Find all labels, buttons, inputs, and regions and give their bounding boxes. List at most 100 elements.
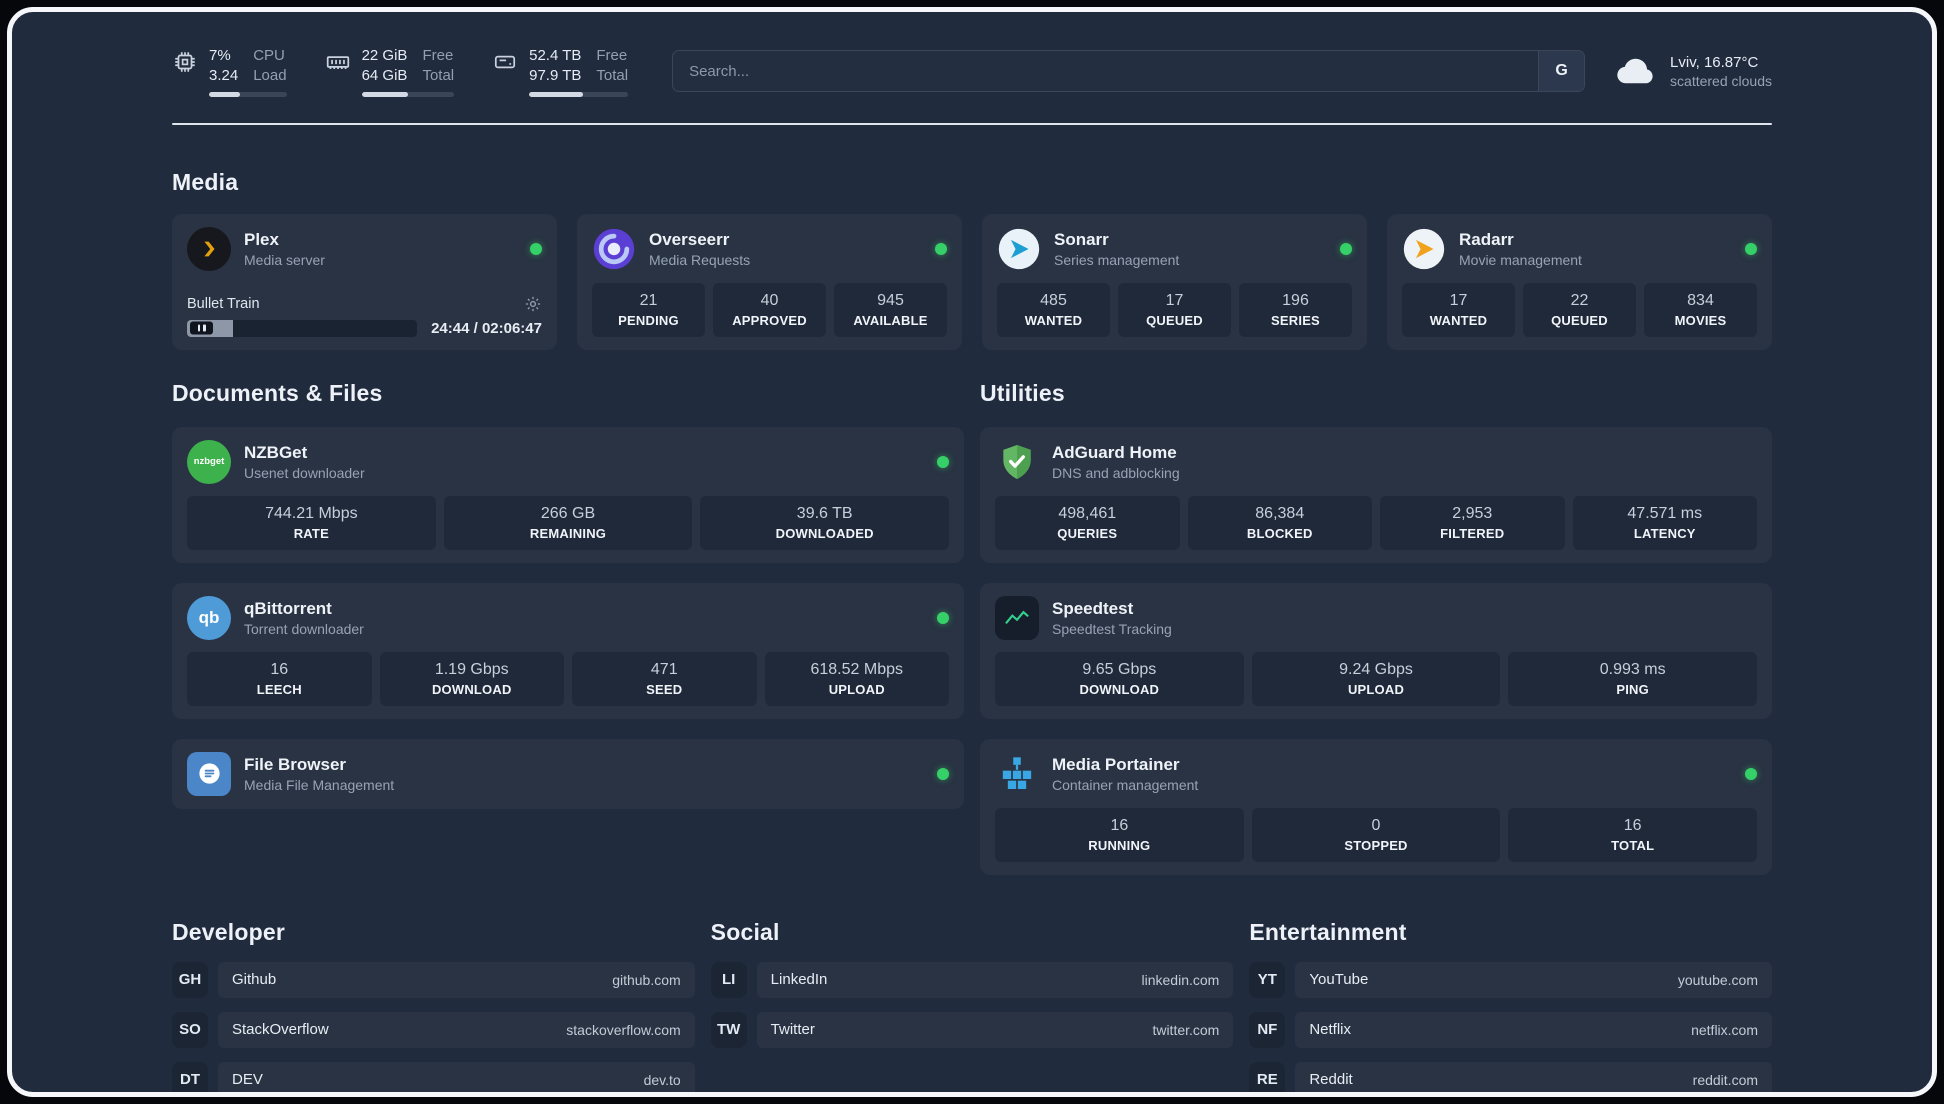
pause-button[interactable]	[190, 321, 213, 335]
stat-label: STOPPED	[1344, 837, 1408, 853]
disk-icon	[495, 55, 516, 69]
ram-free-label: Free	[422, 47, 454, 64]
status-dot	[1745, 242, 1757, 255]
app-card-radarr[interactable]: Radarr Movie management 17 WANTED 22 QUE…	[1387, 213, 1772, 350]
stat-tile: 471 SEED	[572, 651, 757, 706]
speedtest-icon	[995, 595, 1039, 640]
app-card-adguard[interactable]: AdGuard Home DNS and adblocking 498,461 …	[980, 426, 1772, 563]
stat-label: RATE	[293, 525, 329, 541]
stat-tile: 945 AVAILABLE	[834, 282, 947, 337]
stat-tile: 22 QUEUED	[1523, 282, 1636, 337]
section-title-entertainment: Entertainment	[1249, 918, 1407, 945]
bookmark-netflix[interactable]: NF Netflix netflix.com	[1249, 1011, 1773, 1048]
bookmark-stackoverflow[interactable]: SO StackOverflow stackoverflow.com	[172, 1011, 695, 1048]
stat-label: LEECH	[256, 681, 302, 697]
stat-label: LATENCY	[1633, 525, 1696, 541]
stat-label: PING	[1616, 681, 1649, 697]
stat-value: 17	[1165, 291, 1184, 309]
bookmark-github[interactable]: GH Github github.com	[172, 961, 695, 998]
app-name: Overseerr	[649, 229, 730, 249]
stat-label: QUEUED	[1146, 312, 1203, 328]
cloud-icon	[1617, 59, 1653, 84]
app-name: Sonarr	[1054, 229, 1109, 249]
stat-value: 0.993 ms	[1599, 660, 1666, 678]
disk-total-label: Total	[596, 66, 629, 84]
stat-tile: 0 STOPPED	[1251, 807, 1501, 862]
app-subtitle: Container management	[1052, 776, 1199, 793]
stat-tile: 485 WANTED	[997, 282, 1110, 337]
stat-tile: 498,461 QUERIES	[995, 495, 1180, 550]
bookmark-url: reddit.com	[1692, 1071, 1759, 1088]
cpu-usage-fill	[209, 91, 241, 97]
bookmark-youtube[interactable]: YT YouTube youtube.com	[1249, 961, 1773, 998]
ram-icon	[326, 56, 349, 70]
bookmark-url: stackoverflow.com	[566, 1021, 681, 1038]
stat-value: 16	[270, 660, 289, 678]
overseerr-icon	[592, 227, 636, 271]
stat-tile: 1.19 Gbps DOWNLOAD	[379, 651, 564, 706]
app-card-qbittorrent[interactable]: qb qBittorrent Torrent downloader 16 LEE…	[172, 582, 964, 719]
playback-progress-bar[interactable]	[187, 319, 418, 337]
youtube-icon: YT	[1249, 961, 1286, 998]
stat-tile: 0.993 ms PING	[1508, 651, 1758, 706]
stat-tile: 40 APPROVED	[713, 282, 826, 337]
app-card-nzbget[interactable]: nzbget NZBGet Usenet downloader 744.21 M…	[172, 426, 964, 563]
stat-value: 22	[1570, 291, 1589, 309]
app-card-filebrowser[interactable]: File Browser Media File Management	[172, 738, 964, 809]
app-subtitle: Media Requests	[649, 251, 751, 268]
disk-usage-bar	[529, 91, 629, 97]
ram-usage-bar	[361, 91, 455, 97]
stat-label: WANTED	[1429, 312, 1488, 328]
bookmark-group-social: Social LI LinkedIn linkedin.com TW Twitt…	[710, 918, 1234, 1048]
stat-label: SEED	[646, 681, 683, 697]
app-card-speedtest[interactable]: Speedtest Speedtest Tracking 9.65 Gbps D…	[980, 582, 1772, 719]
search-engine-button[interactable]: G	[1538, 51, 1585, 92]
stat-label: RUNNING	[1088, 837, 1151, 853]
bookmark-name: Netflix	[1309, 1021, 1352, 1039]
stat-value: 485	[1040, 291, 1067, 309]
bookmark-url: netflix.com	[1691, 1021, 1759, 1038]
app-card-sonarr[interactable]: Sonarr Series management 485 WANTED 17 Q…	[982, 213, 1367, 350]
twitter-icon: TW	[710, 1011, 747, 1048]
status-dot	[937, 611, 949, 624]
ram-usage-fill	[361, 91, 408, 97]
cpu-widget: 7% 3.24 CPU Load	[172, 46, 287, 97]
stat-value: 266 GB	[540, 504, 596, 522]
app-name: NZBGet	[244, 442, 308, 462]
stat-tile: 16 LEECH	[187, 651, 372, 706]
bookmark-url: youtube.com	[1677, 971, 1759, 988]
stat-label: BLOCKED	[1246, 525, 1313, 541]
stat-tile: 17 WANTED	[1402, 282, 1515, 337]
bookmark-url: twitter.com	[1152, 1021, 1220, 1038]
stat-value: 40	[760, 291, 779, 309]
app-subtitle: Media server	[244, 251, 325, 268]
stat-tile: 618.52 Mbps UPLOAD	[764, 651, 949, 706]
stat-value: 471	[650, 660, 678, 678]
stat-value: 9.24 Gbps	[1339, 660, 1413, 678]
bookmark-url: linkedin.com	[1141, 971, 1220, 988]
bookmark-reddit[interactable]: RE Reddit reddit.com	[1249, 1061, 1773, 1092]
stat-tile: 266 GB REMAINING	[443, 495, 693, 550]
weather-widget[interactable]: Lviv, 16.87°C scattered clouds	[1615, 50, 1772, 92]
bookmark-url: github.com	[612, 971, 681, 988]
gear-icon[interactable]	[524, 295, 542, 313]
stat-value: 47.571 ms	[1627, 504, 1703, 522]
stat-value: 196	[1282, 291, 1309, 309]
stat-label: QUERIES	[1057, 525, 1118, 541]
bookmark-dev[interactable]: DT DEV dev.to	[172, 1061, 695, 1092]
status-dot	[1745, 767, 1757, 780]
stat-tile: 16 TOTAL	[1508, 807, 1758, 862]
stat-label: WANTED	[1024, 312, 1083, 328]
status-dot	[1340, 242, 1352, 255]
search-input[interactable]	[673, 51, 1539, 92]
stat-label: DOWNLOAD	[431, 681, 512, 697]
reddit-icon: RE	[1249, 1061, 1286, 1092]
section-title-social: Social	[710, 918, 780, 945]
bookmark-name: DEV	[232, 1071, 263, 1089]
stat-tile: 39.6 TB DOWNLOADED	[700, 495, 950, 550]
app-card-overseerr[interactable]: Overseerr Media Requests 21 PENDING 40 A…	[577, 213, 962, 350]
app-card-plex[interactable]: Plex Media server Bullet Train 24:44 / 0…	[172, 213, 557, 350]
bookmark-twitter[interactable]: TW Twitter twitter.com	[710, 1011, 1234, 1048]
app-card-portainer[interactable]: Media Portainer Container management 16 …	[980, 738, 1772, 875]
bookmark-linkedin[interactable]: LI LinkedIn linkedin.com	[710, 961, 1234, 998]
